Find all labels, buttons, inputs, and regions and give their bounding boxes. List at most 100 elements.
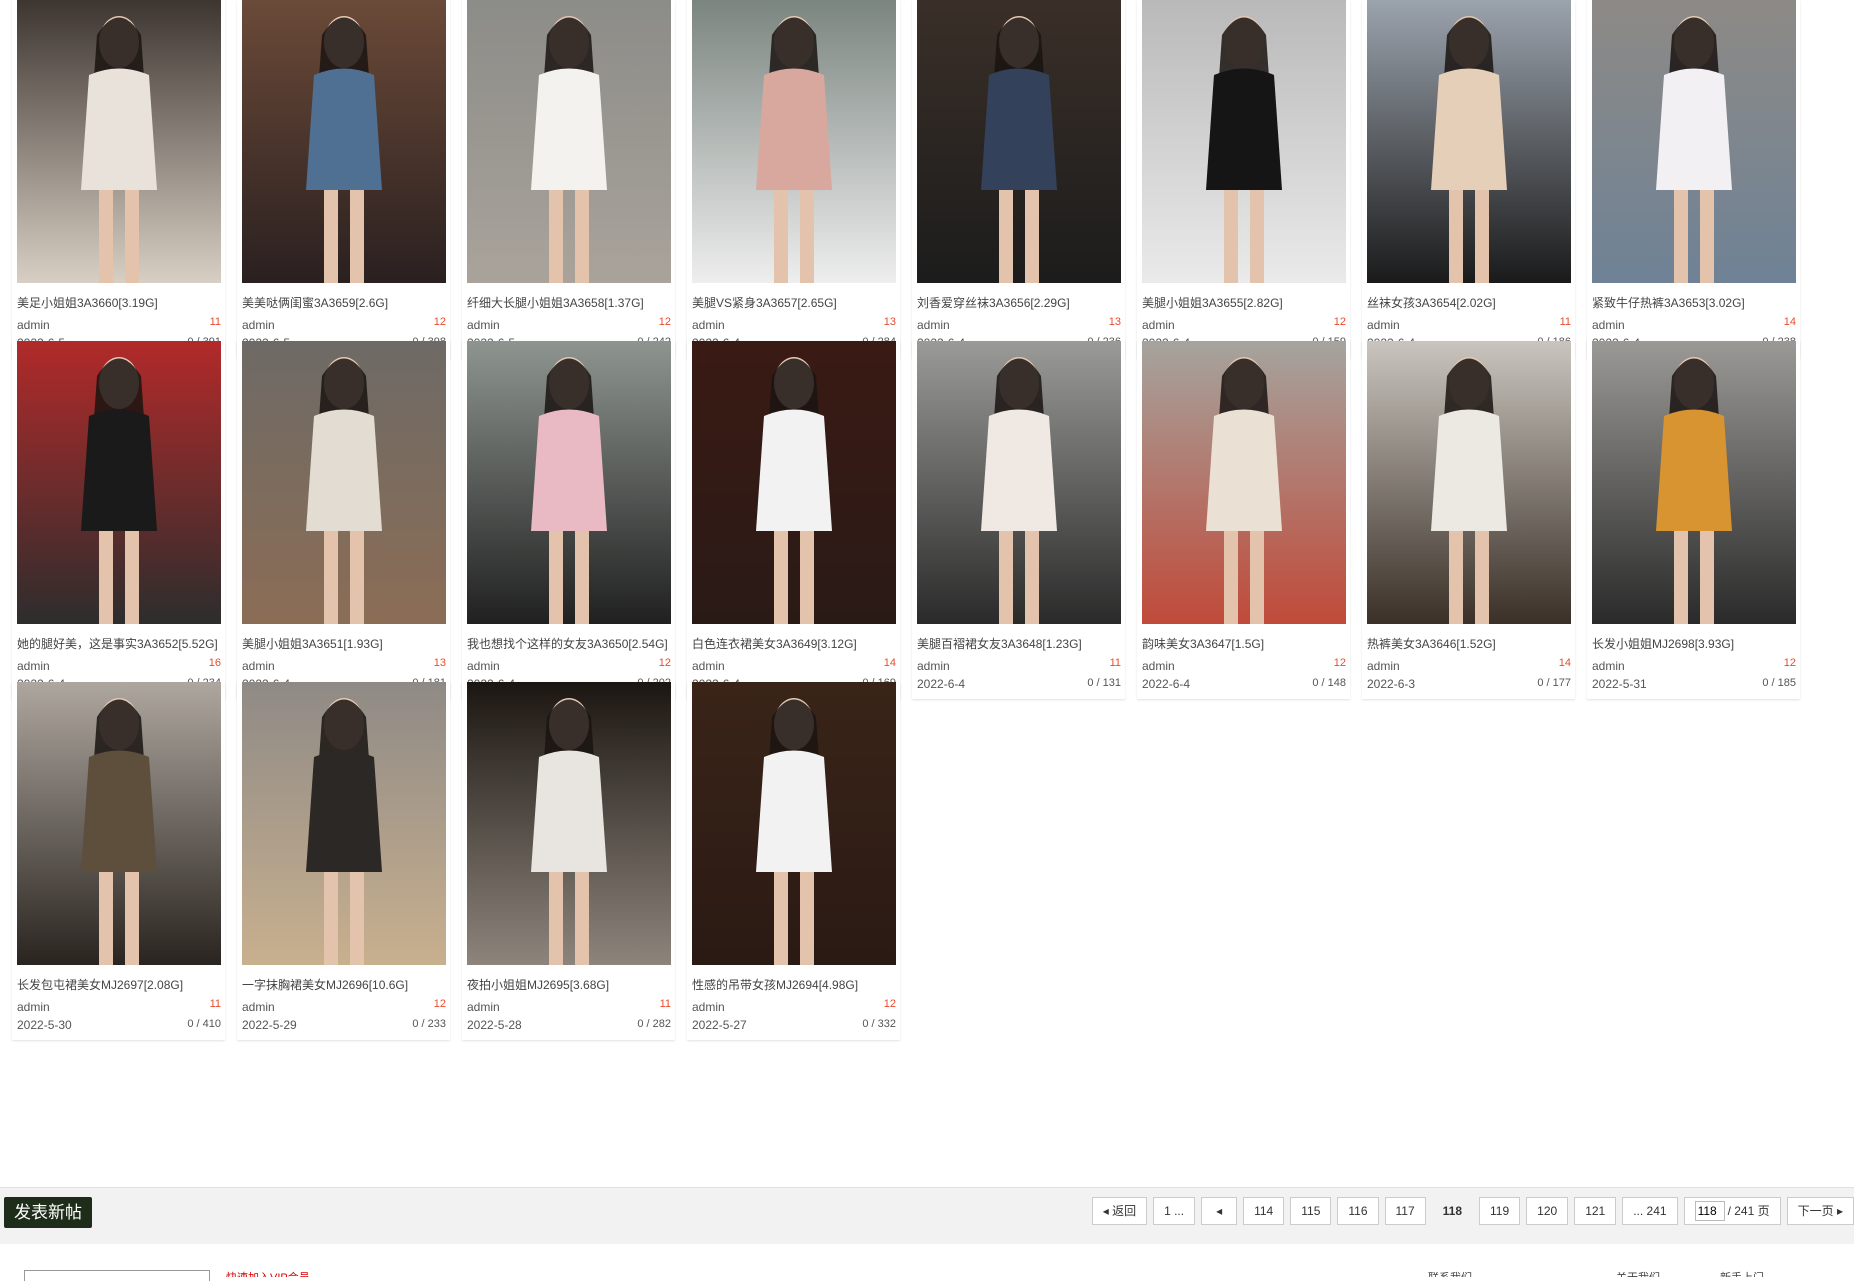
footer-link-about[interactable]: 关于我们 [1616,1269,1660,1277]
post-card[interactable]: 我也想找个这样的女友3A3650[2.54G]admin122022-6-40 … [462,341,675,699]
post-thumbnail[interactable] [17,341,221,624]
post-thumbnail[interactable] [1592,341,1796,624]
post-title[interactable]: 美腿VS紧身3A3657[2.65G] [692,294,896,311]
vip-link[interactable]: 快速加入VIP会员 [226,1269,310,1277]
footer-link-contact[interactable]: 联系我们 [1428,1269,1472,1277]
post-thumbnail[interactable] [692,341,896,624]
post-title[interactable]: 性感的吊带女孩MJ2694[4.98G] [692,976,896,993]
post-title[interactable]: 热裤美女3A3646[1.52G] [1367,635,1571,652]
post-card[interactable]: 美腿小姐姐3A3651[1.93G]admin132022-6-40 / 181 [237,341,450,699]
post-thumbnail[interactable] [917,341,1121,624]
post-title[interactable]: 夜拍小姐姐MJ2695[3.68G] [467,976,671,993]
post-title[interactable]: 韵味美女3A3647[1.5G] [1142,635,1346,652]
post-title[interactable]: 纤细大长腿小姐姐3A3658[1.37G] [467,294,671,311]
post-title[interactable]: 长发包屯裙美女MJ2697[2.08G] [17,976,221,993]
post-title[interactable]: 丝袜女孩3A3654[2.02G] [1367,294,1571,311]
post-thumbnail[interactable] [917,0,1121,283]
post-author[interactable]: admin [1367,659,1400,673]
post-thumbnail[interactable] [242,682,446,965]
post-thumbnail[interactable] [1367,0,1571,283]
post-thumbnail[interactable] [467,682,671,965]
post-thumbnail[interactable] [242,341,446,624]
post-thumbnail[interactable] [1142,0,1346,283]
post-card[interactable]: 美腿百褶裙女友3A3648[1.23G] admin 11 2022-6-4 0 / 1… [912,341,1125,699]
post-card[interactable]: 韵味美女3A3647[1.5G] admin 12 2022-6-4 0 / 148 [1137,341,1350,699]
post-card[interactable]: 美腿小姐姐3A3655[2.82G]admin122022-6-40 / 159 [1137,0,1350,358]
post-title[interactable]: 美腿百褶裙女友3A3648[1.23G] [917,635,1121,652]
post-card[interactable]: 她的腿好美，这是事实3A3652[5.52G]admin162022-6-40 … [12,341,225,699]
post-card[interactable]: 丝袜女孩3A3654[2.02G]admin112022-6-40 / 186 [1362,0,1575,358]
post-title[interactable]: 她的腿好美，这是事实3A3652[5.52G] [17,635,221,652]
post-author[interactable]: admin [692,659,725,673]
post-title[interactable]: 美腿小姐姐3A3651[1.93G] [242,635,446,652]
post-card[interactable]: 性感的吊带女孩MJ2694[4.98G] admin 12 2022-5-27 0 / … [687,682,900,1040]
post-author[interactable]: admin [692,1000,725,1014]
post-title[interactable]: 长发小姐姐MJ2698[3.93G] [1592,635,1796,652]
post-title[interactable]: 白色连衣裙美女3A3649[3.12G] [692,635,896,652]
post-thumbnail[interactable] [692,0,896,283]
reply-view-stats: 0 / 410 [187,1018,221,1030]
footer-link-guide[interactable]: 新手上门 [1720,1269,1764,1277]
post-author[interactable]: admin [242,1000,275,1014]
post-card[interactable]: 夜拍小姐姐MJ2695[3.68G] admin 11 2022-5-28 0 / 28… [462,682,675,1040]
post-title[interactable]: 我也想找个这样的女友3A3650[2.54G] [467,635,671,652]
page-jump-input[interactable] [1694,1201,1725,1221]
page-link[interactable]: 114 [1243,1197,1285,1225]
post-card[interactable]: 热裤美女3A3646[1.52G] admin 14 2022-6-3 0 / 177 [1362,341,1575,699]
post-card[interactable]: 美美哒俩闺蜜3A3659[2.6G]admin122022-6-50 / 398 [237,0,450,358]
post-thumbnail[interactable] [467,341,671,624]
post-thumbnail[interactable] [17,0,221,283]
last-page-link[interactable]: ... 241 [1622,1197,1678,1225]
post-card[interactable]: 美足小姐姐3A3660[3.19G]admin112022-6-50 / 391 [12,0,225,358]
post-thumbnail[interactable] [1142,341,1346,624]
post-author[interactable]: admin [692,318,725,332]
next-page-button[interactable]: 下一页 ▸ [1786,1197,1854,1225]
post-author[interactable]: admin [467,318,500,332]
post-author[interactable]: admin [1592,659,1625,673]
post-thumbnail[interactable] [242,0,446,283]
post-author[interactable]: admin [467,1000,500,1014]
post-author[interactable]: admin [17,318,50,332]
page-link[interactable]: 119 [1479,1197,1521,1225]
post-card[interactable]: 白色连衣裙美女3A3649[3.12G]admin142022-6-40 / 1… [687,341,900,699]
post-author[interactable]: admin [467,659,500,673]
post-author[interactable]: admin [242,318,275,332]
post-author[interactable]: admin [917,318,950,332]
post-thumbnail[interactable] [692,682,896,965]
post-card[interactable]: 美腿VS紧身3A3657[2.65G]admin132022-6-40 / 28… [687,0,900,358]
back-button[interactable]: ◂ 返回 [1091,1197,1148,1225]
post-card[interactable]: 长发小姐姐MJ2698[3.93G] admin 12 2022-5-31 0 / 18… [1587,341,1800,699]
post-author[interactable]: admin [1142,659,1175,673]
page-link[interactable]: 115 [1290,1197,1332,1225]
post-title[interactable]: 美腿小姐姐3A3655[2.82G] [1142,294,1346,311]
post-author[interactable]: admin [917,659,950,673]
prev-page-button[interactable]: ◂ [1201,1197,1238,1225]
post-author[interactable]: admin [17,1000,50,1014]
post-card[interactable]: 长发包屯裙美女MJ2697[2.08G] admin 11 2022-5-30 0 / … [12,682,225,1040]
post-thumbnail[interactable] [17,682,221,965]
post-thumbnail[interactable] [1592,0,1796,283]
post-author[interactable]: admin [1142,318,1175,332]
post-card[interactable]: 紧致牛仔热裤3A3653[3.02G]admin142022-6-40 / 23… [1587,0,1800,358]
post-card[interactable]: 一字抹胸裙美女MJ2696[10.6G] admin 12 2022-5-29 0 / … [237,682,450,1040]
first-page-link[interactable]: 1 ... [1153,1197,1196,1225]
post-title[interactable]: 美足小姐姐3A3660[3.19G] [17,294,221,311]
page-link[interactable]: 116 [1337,1197,1379,1225]
page-link[interactable]: 121 [1574,1197,1617,1225]
post-author[interactable]: admin [1592,318,1625,332]
post-title[interactable]: 美美哒俩闺蜜3A3659[2.6G] [242,294,446,311]
page-link[interactable]: 120 [1526,1197,1569,1225]
post-author[interactable]: admin [17,659,50,673]
post-title[interactable]: 紧致牛仔热裤3A3653[3.02G] [1592,294,1796,311]
post-thumbnail[interactable] [1367,341,1571,624]
post-thumbnail[interactable] [467,0,671,283]
new-post-button[interactable]: 发表新帖 [4,1197,92,1228]
page-link[interactable]: 117 [1384,1197,1426,1225]
post-author[interactable]: admin [1367,318,1400,332]
post-title[interactable]: 一字抹胸裙美女MJ2696[10.6G] [242,976,446,993]
post-author[interactable]: admin [242,659,275,673]
image-count-badge: 12 [658,316,671,328]
post-title[interactable]: 刘香爱穿丝袜3A3656[2.29G] [917,294,1121,311]
post-card[interactable]: 纤细大长腿小姐姐3A3658[1.37G]admin122022-6-50 / … [462,0,675,358]
post-card[interactable]: 刘香爱穿丝袜3A3656[2.29G]admin132022-6-40 / 23… [912,0,1125,358]
